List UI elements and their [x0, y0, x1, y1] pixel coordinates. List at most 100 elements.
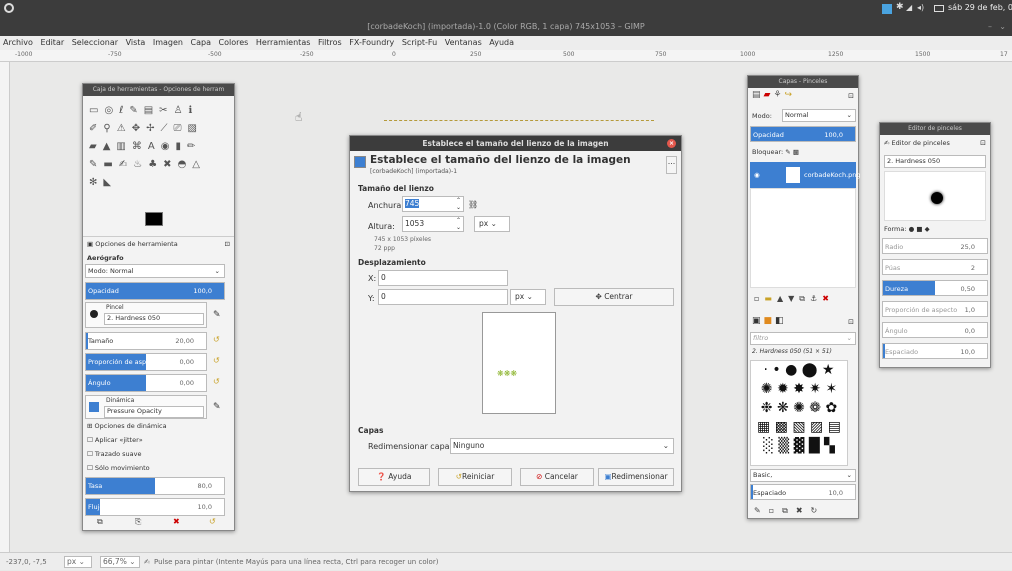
measure-icon[interactable]: ⚠ — [117, 123, 132, 134]
x-offset-input[interactable]: 0 — [378, 270, 508, 286]
brush-editor-tab[interactable]: ✍ Editor de pinceles — [884, 139, 950, 147]
paintbrush-icon[interactable]: ✎ — [89, 159, 103, 170]
patterns-tab-icon[interactable]: ■ — [764, 316, 776, 326]
delete-layer-icon[interactable]: ✖ — [822, 294, 834, 303]
color-select-icon[interactable]: ▤ — [144, 105, 159, 116]
fuzzy-select-icon[interactable]: ✎ — [129, 105, 143, 116]
unit-select[interactable]: px ⌄ — [474, 216, 510, 232]
new-layer-icon[interactable]: ▫ — [754, 294, 764, 303]
layer-opacity-slider[interactable]: Opacidad 100,0 — [750, 126, 856, 142]
brush-radius-slider[interactable]: Radio 25,0 — [882, 238, 988, 254]
help-button[interactable]: ❓ Ayuda — [358, 468, 430, 486]
menu-capa[interactable]: Capa — [191, 38, 211, 47]
brush-spacing-slider[interactable]: Espaciado 10,0 — [750, 484, 856, 500]
duplicate-brush-icon[interactable]: ⧉ — [782, 506, 796, 515]
layer-mode-select[interactable]: Normal ⌄ — [782, 109, 856, 122]
center-button[interactable]: ✥ Centrar — [554, 288, 674, 306]
clock[interactable]: sáb 29 de feb, 09: — [948, 3, 1012, 12]
ink-icon[interactable]: ♨ — [133, 159, 148, 170]
network-icon[interactable]: ◢ — [906, 3, 912, 12]
menu-fx-foundry[interactable]: FX-Foundry — [349, 38, 394, 47]
edit-brush-icon[interactable]: ✎ — [754, 506, 769, 515]
undo-tab-icon[interactable]: ↪ — [785, 90, 796, 100]
mode-select[interactable]: Modo: Normal ⌄ — [85, 264, 225, 278]
crop-icon[interactable]: ⟋ — [160, 123, 173, 134]
heal-icon[interactable]: ✖ — [163, 159, 177, 170]
lock-pixels-icon[interactable]: ✎ — [785, 148, 790, 156]
brush-filter-input[interactable]: filtro ⌄ — [750, 332, 856, 345]
brush-dock-menu-icon[interactable]: ⊡ — [848, 318, 854, 326]
menu-filtros[interactable]: Filtros — [318, 38, 342, 47]
menu-editar[interactable]: Editar — [40, 38, 64, 47]
offset-unit-select[interactable]: px ⌄ — [510, 289, 546, 305]
bluetooth-icon[interactable]: ✱ — [896, 2, 904, 12]
dodge-icon[interactable]: △ — [192, 159, 206, 170]
raise-layer-icon[interactable]: ▲ — [777, 294, 788, 303]
bucket-fill-icon[interactable]: ◉ — [161, 141, 176, 152]
y-offset-input[interactable]: 0 — [378, 289, 508, 305]
size-slider[interactable]: Tamaño 20,00 — [85, 332, 207, 350]
brush-aspect-slider[interactable]: Proporción de aspecto 1,0 — [882, 301, 988, 317]
rotate-icon[interactable]: ⎚ — [173, 123, 187, 134]
gradients-tab-icon[interactable]: ◧ — [775, 316, 787, 326]
dialog-menu-button[interactable]: … — [666, 156, 677, 174]
app-indicator-icon[interactable] — [882, 4, 892, 14]
gimp-logo-icon[interactable] — [4, 3, 14, 13]
reset-button[interactable]: ↺Reiniciar — [438, 468, 512, 486]
anchor-layer-icon[interactable]: ⚓ — [810, 294, 822, 303]
zoom-icon[interactable]: ⚲ — [103, 123, 116, 134]
reset-aspect-icon[interactable]: ↺ — [213, 356, 220, 365]
brush-spikes-slider[interactable]: Púas 2 — [882, 259, 988, 275]
square-shape-icon[interactable]: ■ — [916, 225, 922, 233]
flow-slider[interactable]: Flujo 10,0 — [85, 498, 225, 516]
scissors-icon[interactable]: ✂ — [159, 105, 173, 116]
lower-layer-icon[interactable]: ▼ — [788, 294, 799, 303]
new-group-icon[interactable]: ▬ — [764, 294, 777, 303]
pencil-icon[interactable]: ✏ — [187, 141, 201, 152]
diamond-shape-icon[interactable]: ◆ — [925, 225, 930, 233]
rect-select-icon[interactable]: ▭ — [89, 105, 104, 116]
brush-editor-spacing-slider[interactable]: Espaciado 10,0 — [882, 343, 988, 359]
menu-vista[interactable]: Vista — [126, 38, 146, 47]
foreground-color[interactable] — [145, 212, 163, 226]
align-icon[interactable]: ✢ — [146, 123, 160, 134]
smooth-checkbox[interactable]: ☐ Trazado suave — [87, 450, 141, 458]
reset-angle-icon[interactable]: ↺ — [213, 377, 220, 386]
brush-name-input[interactable]: 2. Hardness 050 — [884, 155, 986, 168]
move-icon[interactable]: ✥ — [132, 123, 146, 134]
cage-icon[interactable]: ⌘ — [132, 141, 148, 152]
delete-brush-icon[interactable]: ✖ — [796, 506, 811, 515]
circle-shape-icon[interactable]: ● — [909, 225, 915, 233]
layer-visibility-icon[interactable]: ◉ — [754, 162, 760, 188]
menu-imagen[interactable]: Imagen — [153, 38, 183, 47]
brush-preset-select[interactable]: Basic, ⌄ — [750, 469, 856, 482]
minimize-icon[interactable]: – — [988, 18, 992, 36]
perspective-clone-icon[interactable]: ◓ — [178, 159, 193, 170]
brush-hardness-slider[interactable]: Dureza 0,50 — [882, 280, 988, 296]
tool-options-tab[interactable]: ▣ Opciones de herramienta ⊡ — [83, 236, 234, 250]
menu-ayuda[interactable]: Ayuda — [489, 38, 514, 47]
volume-icon[interactable]: ◂) — [917, 3, 924, 12]
brushes-tab-icon[interactable]: ▣ — [752, 316, 764, 326]
layer-list-area[interactable] — [750, 188, 856, 288]
paths-tab-icon[interactable]: ⚘ — [773, 90, 784, 100]
menu-colores[interactable]: Colores — [219, 38, 249, 47]
brush-editor-menu-icon[interactable]: ⊡ — [980, 139, 986, 147]
angle-slider[interactable]: Ángulo 0,00 — [85, 374, 207, 392]
close-icon[interactable]: × — [667, 139, 676, 148]
paths-icon[interactable]: ℹ — [189, 105, 199, 116]
vertical-ruler[interactable] — [0, 62, 10, 552]
canvas-preview[interactable]: ❋❋❋ — [482, 312, 556, 414]
maximize-icon[interactable]: ⌄ — [999, 18, 1006, 36]
restore-options-icon[interactable]: ⎘ — [135, 517, 141, 527]
edit-dynamics-icon[interactable]: ✎ — [213, 402, 221, 412]
edit-brush-icon[interactable]: ✎ — [213, 310, 221, 320]
smudge-icon[interactable]: ✻ — [89, 177, 103, 188]
resize-layers-select[interactable]: Ninguno ⌄ — [450, 438, 674, 454]
blend-icon[interactable]: ▮ — [175, 141, 187, 152]
color-picker-icon[interactable]: ✐ — [89, 123, 103, 134]
battery-icon[interactable] — [934, 5, 944, 12]
brush-selector[interactable]: Pincel 2. Hardness 050 — [85, 302, 207, 328]
dynamics-value[interactable]: Pressure Opacity — [104, 406, 204, 418]
lock-alpha-icon[interactable]: ▩ — [793, 148, 799, 156]
